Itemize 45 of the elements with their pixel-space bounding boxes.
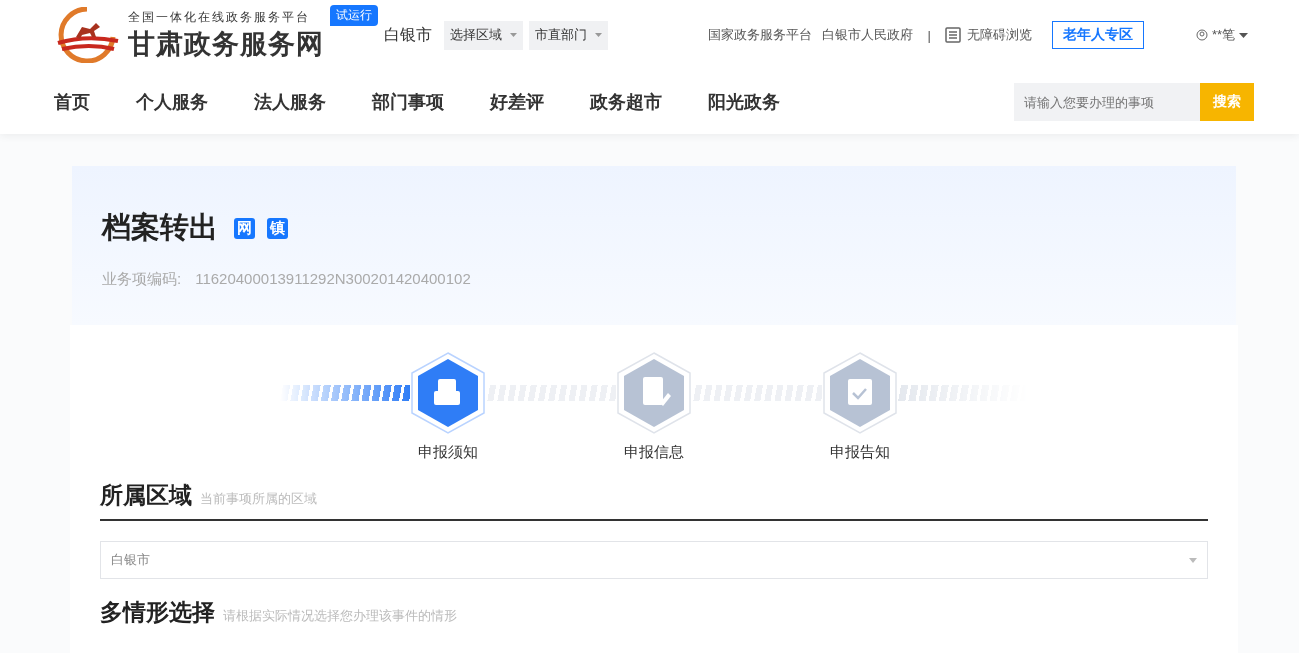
nav-item[interactable]: 政务超市 xyxy=(590,90,662,114)
nav-item[interactable]: 好差评 xyxy=(490,90,544,114)
step-hexagon-icon xyxy=(410,351,486,435)
department-select[interactable]: 市直部门 xyxy=(529,20,608,50)
elderly-zone-button[interactable]: 老年人专区 xyxy=(1051,21,1144,49)
user-icon xyxy=(1195,29,1208,41)
search-field[interactable]: 请输入您要办理的事项 xyxy=(1014,83,1200,121)
nav-item[interactable]: 部门事项 xyxy=(372,90,444,114)
accessibility-link[interactable]: 无障碍浏览 xyxy=(944,26,1032,44)
caret-icon xyxy=(595,33,602,37)
platform-subtitle: 全国一体化在线政务服务平台 xyxy=(128,8,311,26)
region-select[interactable]: 选择区域 xyxy=(444,20,523,50)
code-value: 11620400013911292N300201420400102 xyxy=(195,270,471,289)
site-title: 甘肃政务服务网 xyxy=(128,27,324,61)
header-link[interactable]: 白银市人民政府 xyxy=(822,26,914,44)
step-label: 申报告知 xyxy=(830,443,890,462)
tag: 网 xyxy=(234,217,255,239)
document-icon xyxy=(944,27,961,43)
nav-item[interactable]: 首页 xyxy=(54,90,90,114)
step[interactable]: 申报须知 xyxy=(410,351,486,462)
city-name: 白银市 xyxy=(384,24,432,45)
code-label: 业务项编码: xyxy=(102,270,182,289)
section-hint: 当前事项所属的区域 xyxy=(200,490,317,508)
caret-icon xyxy=(1189,557,1197,563)
section-title: 多情形选择 xyxy=(100,598,215,627)
step-hexagon-icon xyxy=(616,351,692,435)
nav-item[interactable]: 法人服务 xyxy=(254,90,326,114)
user-menu[interactable]: **笔 xyxy=(1189,25,1254,45)
section-title: 所属区域 xyxy=(100,481,192,510)
nav-item[interactable]: 阳光政务 xyxy=(708,90,780,114)
separator: | xyxy=(927,27,931,43)
region-dropdown[interactable]: 白银市 xyxy=(100,541,1208,579)
header-link[interactable]: 国家政务服务平台 xyxy=(708,26,813,44)
caret-icon xyxy=(510,33,517,37)
step-label: 申报信息 xyxy=(624,443,684,462)
tag: 镇 xyxy=(267,217,288,239)
step[interactable]: 申报信息 xyxy=(616,351,692,462)
nav-item[interactable]: 个人服务 xyxy=(136,90,208,114)
item-title: 档案转出 xyxy=(102,210,218,245)
trial-badge: 试运行 xyxy=(330,5,378,26)
step-label: 申报须知 xyxy=(418,443,478,462)
step[interactable]: 申报告知 xyxy=(822,351,898,462)
caret-icon xyxy=(1239,32,1248,38)
step-hexagon-icon xyxy=(822,351,898,435)
section-hint: 请根据实际情况选择您办理该事件的情形 xyxy=(223,607,457,625)
